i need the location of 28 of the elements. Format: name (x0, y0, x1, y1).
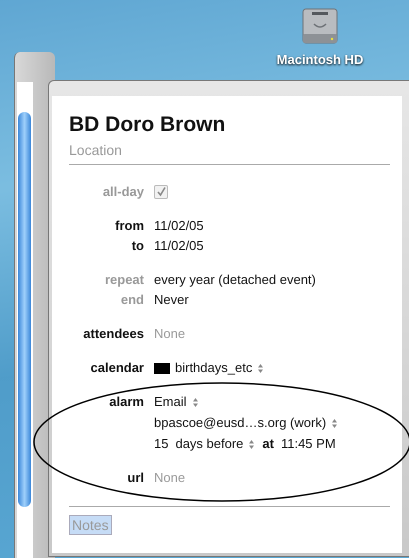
alarm-text: at (262, 435, 274, 453)
field-value[interactable]: every year (detached event) (154, 270, 316, 290)
alarm-text: 15 (154, 435, 168, 453)
field-value[interactable]: Never (154, 290, 189, 310)
hard-drive-icon[interactable] (300, 6, 340, 46)
field-label: to (130, 237, 144, 255)
popup-arrows-icon[interactable] (248, 438, 256, 450)
field-label: url (126, 469, 144, 487)
field-label: from (114, 217, 144, 235)
event-title[interactable]: BD Doro Brown (69, 113, 390, 137)
alarm-text: 11:45 PM (280, 435, 336, 453)
field-value[interactable]: 11/02/05 (154, 216, 204, 236)
field-label: alarm (108, 393, 144, 411)
alarm-popup[interactable]: Email (154, 392, 199, 412)
calendar-popup[interactable]: birthdays_etc (175, 358, 264, 378)
alarm-popup[interactable]: days before (175, 434, 256, 454)
popup-arrows-icon[interactable] (192, 396, 199, 408)
alarm-popup[interactable]: bpascoe@eusd…s.org (work) (154, 413, 338, 433)
field-label: repeat (104, 271, 144, 289)
field-label: all-day (102, 183, 144, 201)
field-value[interactable]: 11/02/05 (154, 236, 204, 256)
popup-arrows-icon[interactable] (331, 418, 338, 428)
checkbox[interactable] (154, 185, 168, 199)
scroll-thumb[interactable] (18, 112, 31, 507)
field-label: end (120, 291, 144, 309)
field-label: attendees (82, 325, 144, 343)
field-label: calendar (90, 359, 144, 377)
popup-arrows-icon[interactable] (257, 362, 264, 374)
